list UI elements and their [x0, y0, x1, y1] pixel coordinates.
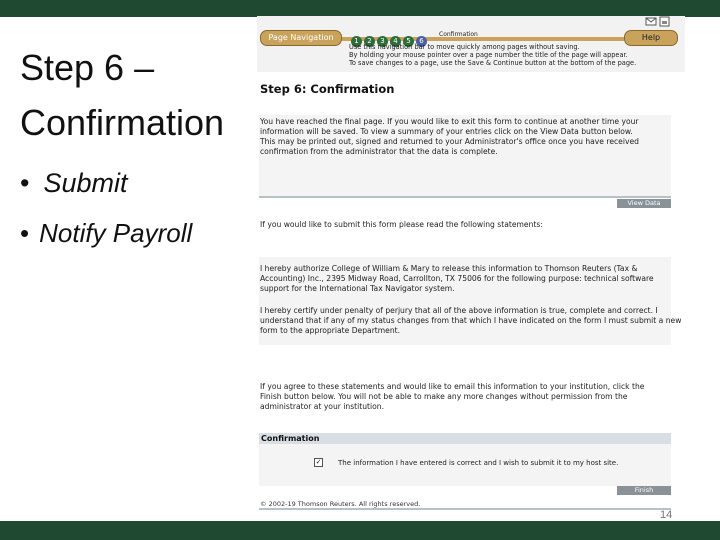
slide-title-line2: Confirmation [20, 102, 225, 143]
divider [259, 508, 671, 510]
agree-instructions: If you agree to these statements and wou… [260, 382, 680, 412]
agree-line: If you agree to these statements and wou… [260, 382, 645, 391]
slide-bottom-bar [0, 521, 720, 540]
toolbar-icons [645, 16, 671, 31]
copyright: © 2002-19 Thomson Reuters. All rights re… [260, 500, 421, 508]
intro-line: This may be printed out, signed and retu… [260, 137, 639, 146]
intro-line: You have reached the final page. If you … [260, 117, 639, 126]
nav-hint-line: Use this navigation bar to move quickly … [349, 43, 580, 51]
slide-title-line1: Step 6 – [20, 47, 155, 88]
nav-hint-line: To save changes to a page, use the Save … [349, 59, 637, 67]
agree-line: administrator at your institution. [260, 402, 385, 411]
authorize-line: support for the International Tax Naviga… [260, 284, 455, 293]
page-number: 14 [660, 509, 673, 521]
bullet-text: Submit [43, 168, 128, 198]
bullet-text: Notify Payroll [39, 218, 193, 248]
confirm-checkbox-label: The information I have entered is correc… [338, 459, 619, 467]
bullet-dot: • [20, 168, 30, 198]
intro-line: confirmation from the administrator that… [260, 147, 498, 156]
certify-statement: I hereby certify under penalty of perjur… [260, 306, 682, 336]
intro-text: You have reached the final page. If you … [260, 117, 680, 157]
bullet-dot: • [20, 218, 30, 248]
certify-line: understand that if any of my status chan… [260, 316, 682, 325]
authorize-statement: I hereby authorize College of William & … [260, 264, 680, 294]
page-navigation-tab[interactable]: Page Navigation [260, 30, 342, 46]
confirmation-header: Confirmation [259, 433, 671, 444]
divider [259, 196, 671, 198]
nav-hint-line: By holding your mouse pointer over a pag… [349, 51, 628, 59]
view-data-button[interactable]: View Data [617, 199, 671, 208]
agree-line: Finish button below. You will not be abl… [260, 392, 628, 401]
submit-prompt: If you would like to submit this form pl… [260, 220, 680, 230]
envelope-icon[interactable] [645, 16, 671, 28]
form-screenshot: Page Navigation 123456 Confirmation Help… [257, 16, 685, 510]
confirmation-panel: ✓ The information I have entered is corr… [259, 444, 671, 486]
authorize-line: Accounting) Inc., 2395 Midway Road, Carr… [260, 274, 654, 283]
intro-line: information will be saved. To view a sum… [260, 127, 633, 136]
certify-line: I hereby certify under penalty of perjur… [260, 306, 658, 315]
bullet-submit: • Submit [20, 168, 128, 199]
bullet-notify-payroll: • Notify Payroll [20, 218, 192, 249]
finish-button[interactable]: Finish [617, 486, 671, 495]
authorize-line: I hereby authorize College of William & … [260, 264, 638, 273]
page-navigation-bar: Page Navigation 123456 Confirmation Help… [257, 16, 685, 72]
confirm-checkbox[interactable]: ✓ [314, 458, 323, 467]
current-step-label: Confirmation [439, 31, 478, 38]
slide-top-bar [0, 0, 720, 17]
nav-hint: Use this navigation bar to move quickly … [349, 43, 679, 67]
submit-prompt-line: If you would like to submit this form pl… [260, 220, 543, 229]
step-heading: Step 6: Confirmation [260, 82, 395, 96]
certify-line: form to the appropriate Department. [260, 326, 401, 335]
